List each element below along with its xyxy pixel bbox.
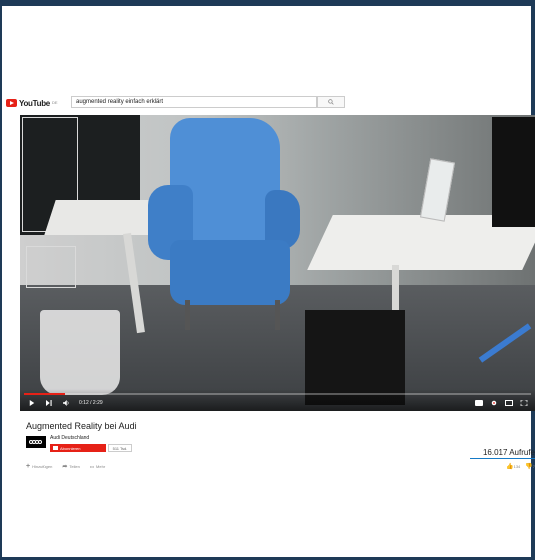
player-controls: 0:12 / 2:29	[20, 389, 535, 411]
rating-bar: 👍134 👎7	[506, 463, 535, 470]
theater-mode-icon[interactable]	[505, 400, 513, 406]
add-to-button[interactable]: + Hinzufügen	[26, 463, 52, 470]
subscribe-button[interactable]: Abonnieren	[50, 444, 106, 452]
like-button[interactable]: 👍134	[506, 463, 520, 470]
ar-chair-leg	[275, 300, 280, 330]
dislike-button[interactable]: 👎7	[525, 463, 535, 470]
add-to-label: Hinzufügen	[32, 464, 53, 469]
channel-avatar[interactable]	[26, 436, 46, 448]
more-icon: •••	[89, 464, 95, 469]
search-button[interactable]	[317, 96, 345, 108]
settings-icon[interactable]	[490, 400, 498, 406]
video-info: Augmented Reality bei Audi Audi Deutschl…	[20, 415, 535, 475]
share-icon: ➦	[62, 464, 68, 470]
youtube-play-icon	[6, 99, 17, 107]
region-code: DE	[51, 99, 58, 105]
channel-name[interactable]: Audi Deutschland	[50, 435, 89, 441]
youtube-logo[interactable]: YouTube DE	[6, 99, 58, 108]
search-input[interactable]: augmented reality einfach erklärt	[71, 96, 317, 108]
like-ratio-bar	[470, 458, 535, 459]
time-display: 0:12 / 2:29	[79, 400, 103, 406]
view-count: 16.017 Aufrufe	[482, 448, 535, 457]
more-button[interactable]: ••• Mehr	[90, 464, 105, 469]
scene-monitor	[492, 117, 535, 227]
frame-top	[0, 0, 535, 6]
thumbs-up-icon: 👍	[506, 464, 514, 470]
action-bar: + Hinzufügen ➦ Teilen ••• Mehr	[26, 463, 105, 470]
scene-bin	[40, 310, 120, 395]
scene-window-frame-lower	[26, 246, 76, 288]
thumbs-down-icon: 👎	[525, 464, 533, 470]
youtube-header: YouTube DE augmented reality einfach erk…	[6, 96, 535, 110]
subscribe-label: Abonnieren	[60, 445, 81, 451]
play-icon[interactable]	[28, 400, 36, 406]
audi-rings-icon	[29, 440, 42, 444]
more-label: Mehr	[96, 464, 106, 469]
search-icon	[328, 99, 334, 105]
share-label: Teilen	[69, 464, 80, 469]
next-icon[interactable]	[45, 400, 53, 406]
progress-fill	[24, 393, 65, 395]
ar-chair-leg	[185, 300, 190, 330]
frame-left	[0, 0, 2, 560]
video-player[interactable]: 0:12 / 2:29	[20, 115, 535, 411]
youtube-wordmark: YouTube	[19, 98, 50, 108]
subtitles-icon[interactable]	[475, 400, 483, 406]
video-title: Augmented Reality bei Audi	[26, 421, 137, 431]
subscriber-count: 511 Tsd.	[108, 444, 132, 452]
ar-chair-seat	[170, 240, 290, 305]
plus-icon: +	[26, 463, 31, 470]
like-count: 134	[513, 464, 521, 469]
share-button[interactable]: ➦ Teilen	[62, 463, 79, 470]
youtube-play-icon	[53, 446, 58, 450]
fullscreen-icon[interactable]	[520, 400, 528, 406]
volume-icon[interactable]	[62, 400, 70, 406]
progress-bar[interactable]	[24, 393, 531, 395]
